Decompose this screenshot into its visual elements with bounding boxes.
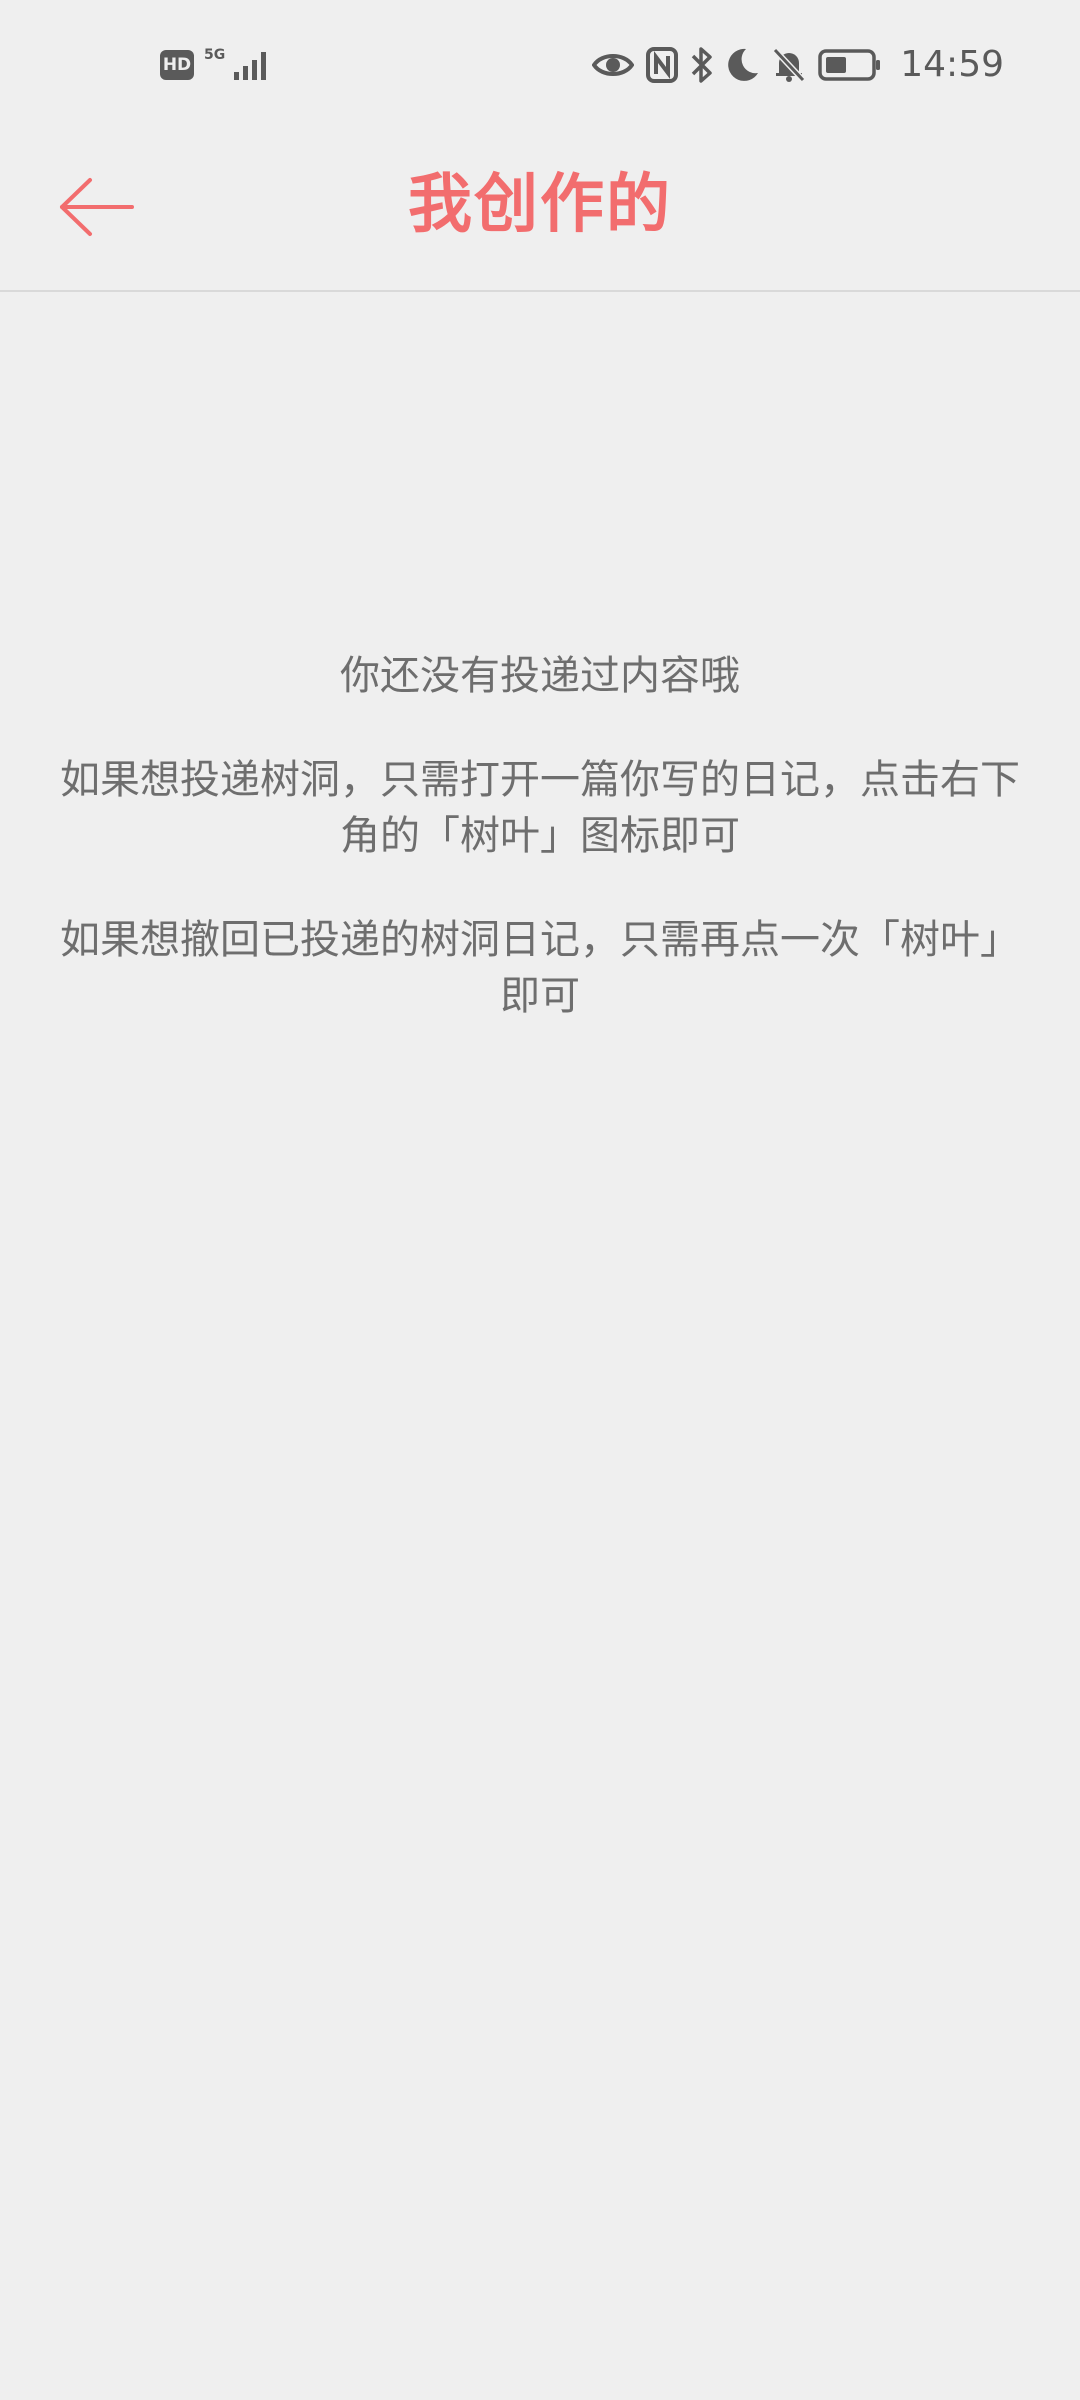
- screen: HD 5G 14:59 我创作的 你还没有投递过内容哦 如果想投递树洞，只需打开…: [0, 0, 1080, 2400]
- signal-label: 5G: [204, 47, 226, 63]
- signal-5g-icon: 5G: [204, 48, 272, 82]
- eye-comfort-icon: [592, 53, 635, 76]
- back-button[interactable]: [52, 162, 142, 252]
- network-indicators: HD 5G: [160, 48, 272, 82]
- status-bar: HD 5G 14:59: [0, 0, 1080, 140]
- empty-state-message: 你还没有投递过内容哦: [340, 653, 740, 699]
- status-time: 14:59: [900, 44, 1004, 85]
- signal-bars-icon: [234, 52, 267, 80]
- do-not-disturb-moon-icon: [728, 48, 759, 81]
- system-indicators: 14:59: [592, 44, 1004, 85]
- nfc-icon: [646, 46, 679, 83]
- app-bar: 我创作的: [0, 140, 1080, 292]
- mute-bell-icon: [773, 47, 806, 82]
- submit-hint: 如果想投递树洞，只需打开一篇你写的日记，点击右下角的「树叶」图标即可: [60, 757, 1020, 859]
- battery-icon: [818, 48, 881, 81]
- bluetooth-icon: [692, 46, 712, 83]
- page-title: 我创作的: [408, 168, 672, 242]
- hd-badge: HD: [160, 50, 194, 80]
- withdraw-hint: 如果想撤回已投递的树洞日记，只需再点一次「树叶」即可: [60, 917, 1020, 1019]
- arrow-left-icon: [60, 178, 134, 236]
- empty-state: 你还没有投递过内容哦 如果想投递树洞，只需打开一篇你写的日记，点击右下角的「树叶…: [60, 648, 1020, 1072]
